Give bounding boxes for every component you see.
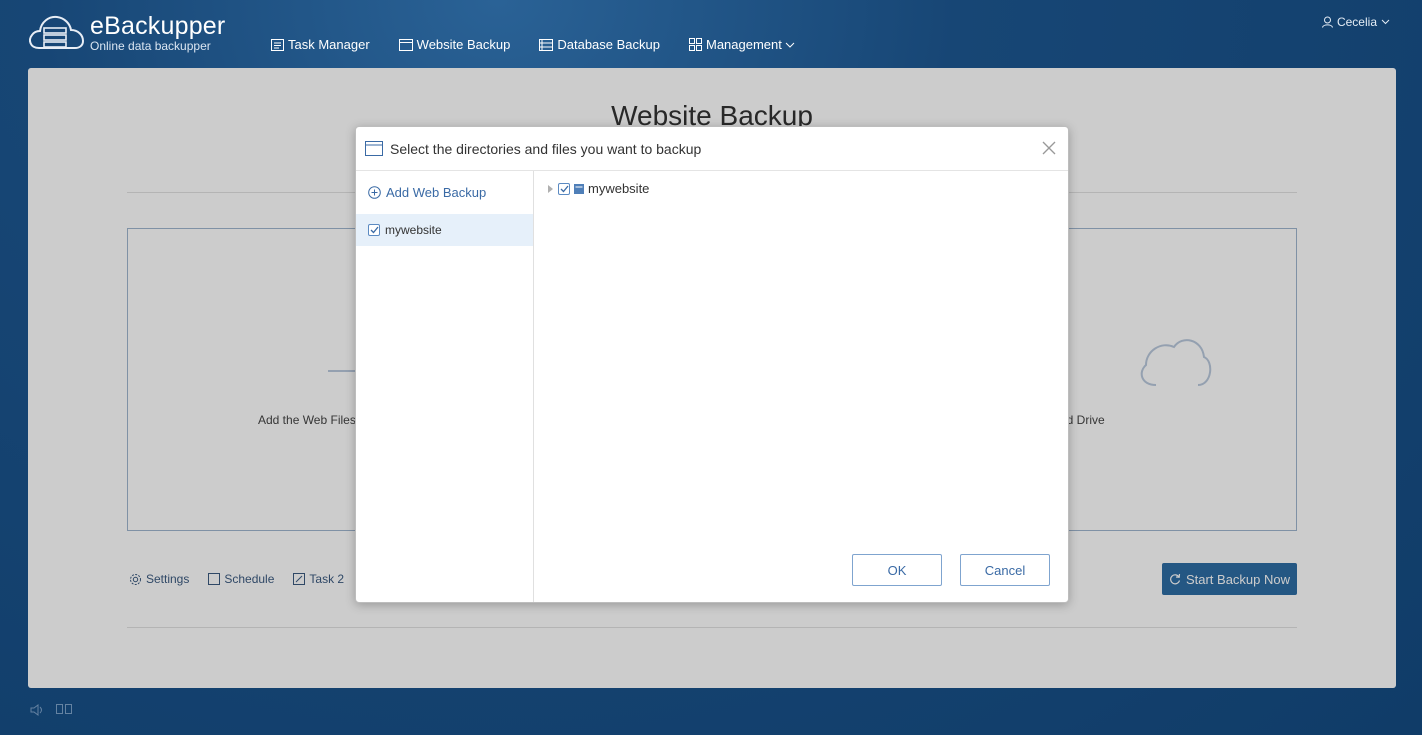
- website-folder-icon: [574, 183, 584, 194]
- cloud-server-logo-icon: [29, 15, 85, 49]
- close-icon[interactable]: [1041, 140, 1057, 156]
- chevron-down-icon: [785, 42, 795, 48]
- nav-database-backup[interactable]: Database Backup: [539, 37, 660, 52]
- plus-circle-icon: [368, 186, 381, 199]
- tree-node-label: mywebsite: [588, 181, 650, 196]
- app-logo[interactable]: eBackupper Online data backupper: [27, 12, 237, 56]
- nav-website-backup-label: Website Backup: [416, 37, 511, 52]
- nav-database-backup-label: Database Backup: [557, 37, 660, 52]
- nav-task-manager[interactable]: Task Manager: [271, 37, 370, 52]
- dialog-title: Select the directories and files you wan…: [390, 140, 702, 157]
- main-nav: Task Manager Website Backup Database Bac…: [271, 37, 828, 52]
- add-web-backup-button[interactable]: Add Web Backup: [368, 185, 486, 200]
- grid-icon: [688, 38, 702, 51]
- ok-button[interactable]: OK: [852, 554, 942, 586]
- user-menu[interactable]: Cecelia: [1321, 15, 1390, 29]
- user-icon: [1321, 16, 1333, 28]
- speaker-icon[interactable]: [30, 704, 44, 716]
- footer-icons: [30, 704, 72, 716]
- dialog-header: Select the directories and files you wan…: [356, 127, 1068, 171]
- database-icon: [539, 38, 554, 51]
- website-list-panel: Add Web Backup mywebsite: [356, 171, 534, 602]
- app-tagline: Online data backupper: [90, 39, 211, 53]
- tree-node-root[interactable]: mywebsite: [546, 181, 649, 196]
- app-name: eBackupper: [90, 12, 226, 40]
- tree-node-checkbox[interactable]: [558, 182, 570, 195]
- browser-window-icon: [365, 141, 383, 156]
- website-checkbox[interactable]: [368, 224, 380, 236]
- website-item-label: mywebsite: [385, 223, 442, 237]
- expand-arrow-icon[interactable]: [546, 184, 554, 194]
- cancel-button[interactable]: Cancel: [960, 554, 1050, 586]
- add-web-backup-label: Add Web Backup: [386, 185, 487, 200]
- website-item[interactable]: mywebsite: [356, 214, 533, 246]
- task-list-icon: [271, 38, 284, 51]
- nav-management[interactable]: Management: [688, 37, 799, 52]
- checkmark-icon: [560, 185, 569, 192]
- select-files-dialog: Select the directories and files you wan…: [355, 126, 1069, 603]
- checkmark-icon: [370, 226, 379, 234]
- browser-window-icon: [398, 38, 413, 51]
- chevron-down-icon: [1381, 19, 1390, 25]
- nav-management-label: Management: [705, 37, 782, 52]
- user-name: Cecelia: [1336, 15, 1377, 29]
- screen-icon[interactable]: [56, 704, 72, 714]
- nav-task-manager-label: Task Manager: [288, 37, 370, 52]
- nav-website-backup[interactable]: Website Backup: [398, 37, 511, 52]
